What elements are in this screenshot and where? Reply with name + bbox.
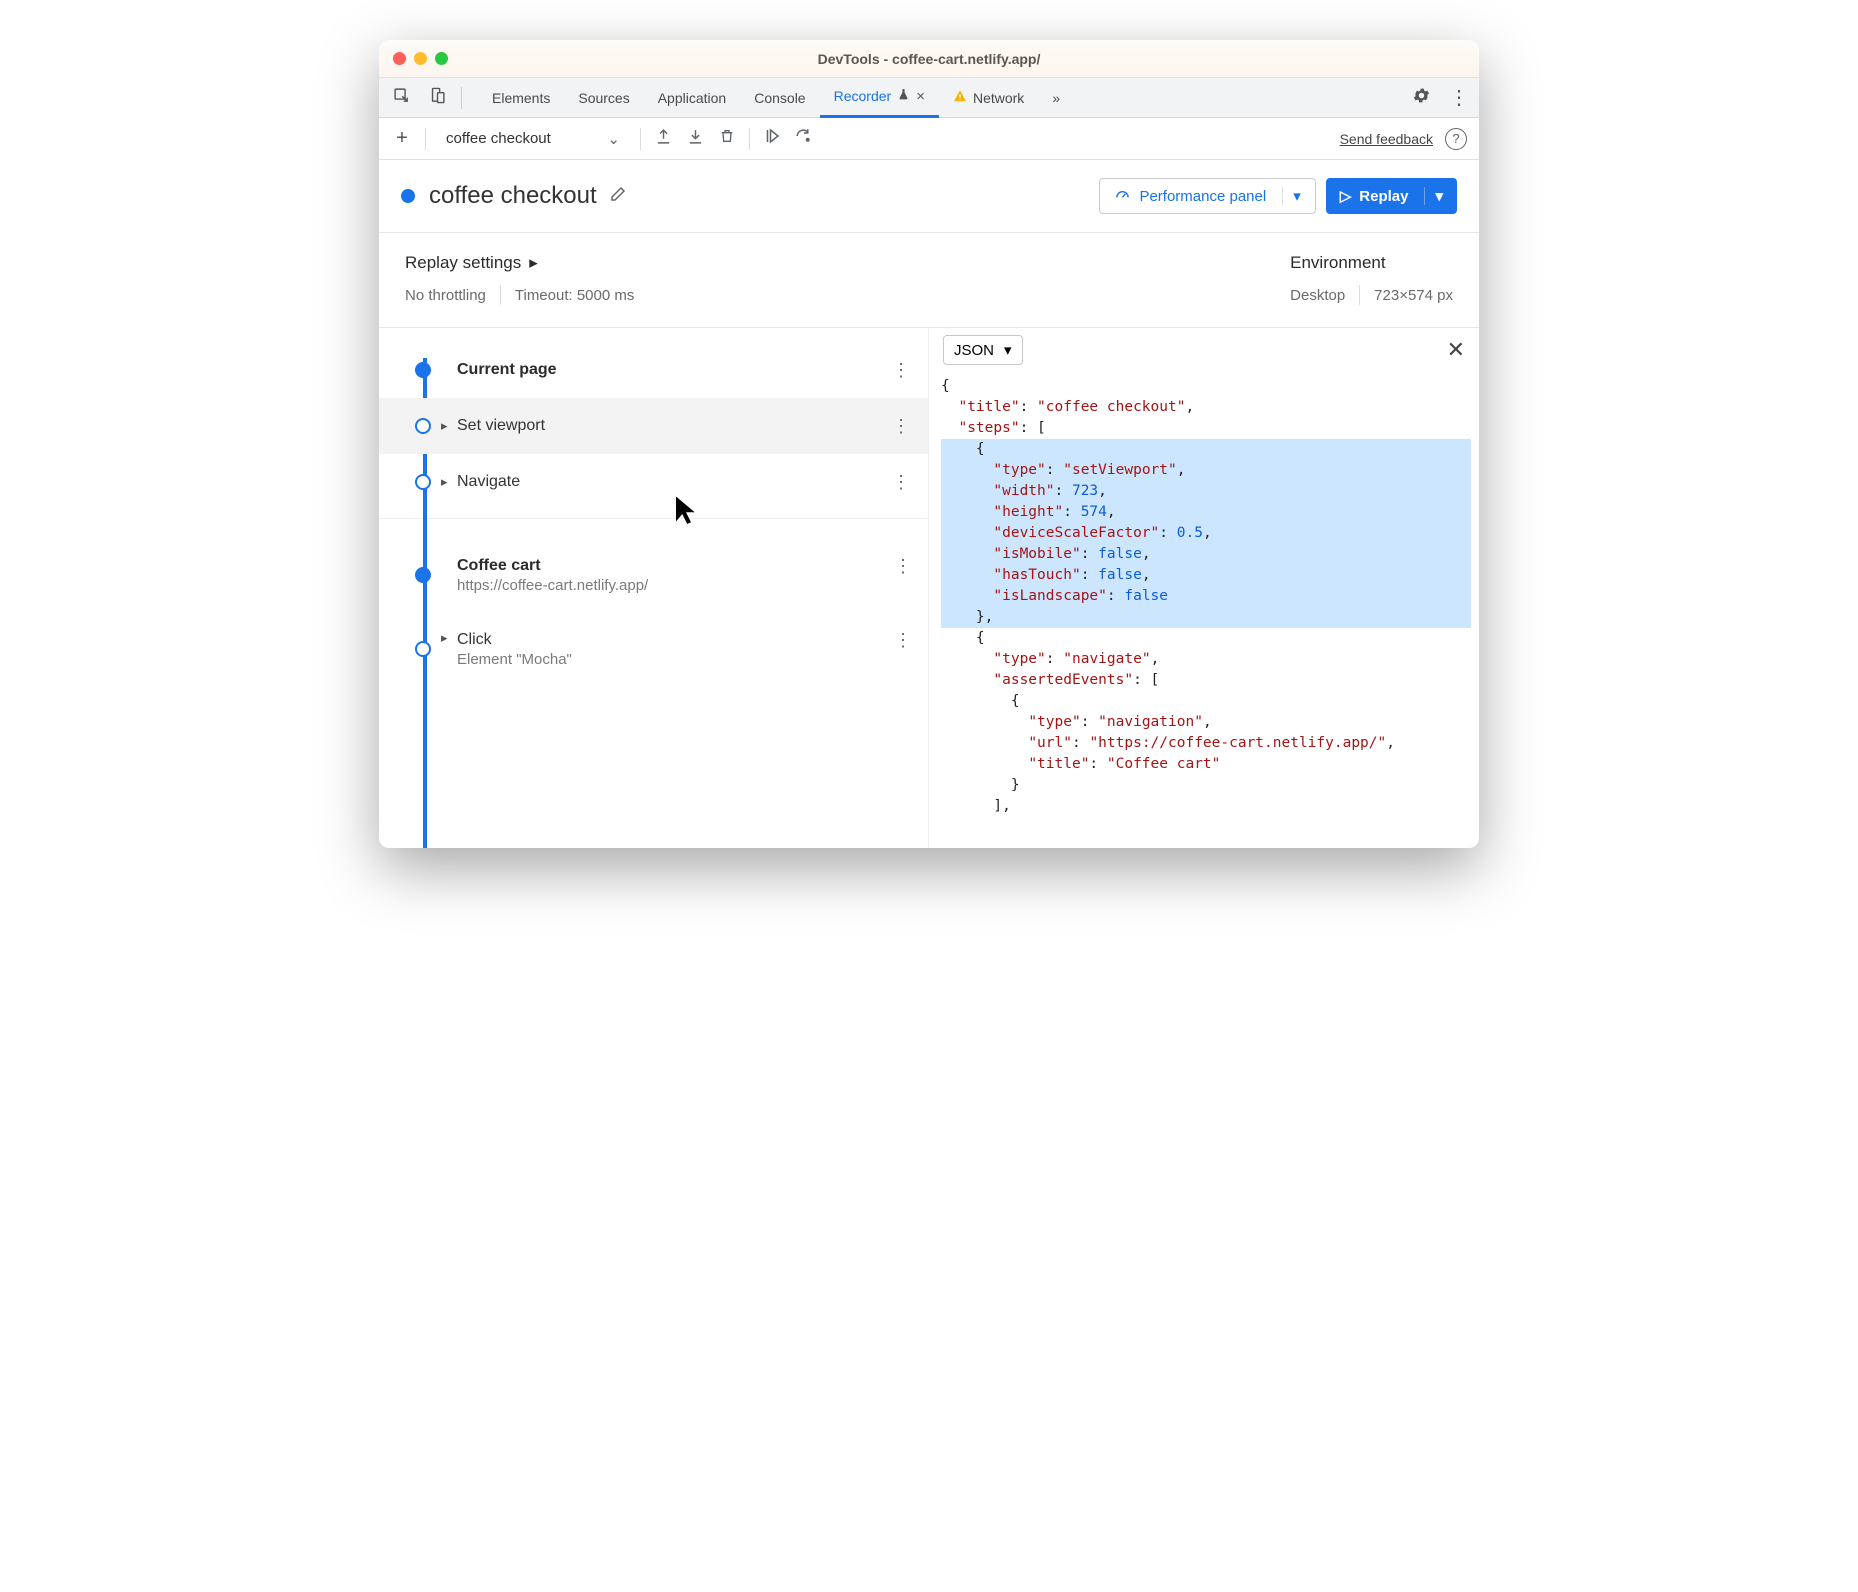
tab-sources[interactable]: Sources [564, 78, 643, 118]
send-feedback-link[interactable]: Send feedback [1340, 131, 1433, 147]
chevron-down-icon[interactable]: ▾ [1282, 187, 1301, 205]
step-title: Click [457, 631, 492, 649]
code-pane: JSON ▾ ✕ { "title": "coffee checkout", "… [929, 328, 1479, 848]
timeout-value: Timeout: 5000 ms [515, 287, 635, 304]
step-label: Navigate [457, 473, 520, 491]
warning-icon [953, 89, 967, 106]
flask-icon [897, 88, 910, 104]
tab-console[interactable]: Console [740, 78, 819, 118]
settings-gear-icon[interactable] [1412, 86, 1431, 110]
perf-label: Performance panel [1139, 188, 1266, 205]
step-menu-icon[interactable]: ⋮ [894, 556, 912, 577]
new-recording-button[interactable]: + [391, 127, 413, 150]
edit-name-icon[interactable] [609, 185, 627, 208]
window-title: DevTools - coffee-cart.netlify.app/ [379, 51, 1479, 67]
step-label: Set viewport [457, 417, 545, 435]
tab-recorder[interactable]: Recorder × [820, 78, 939, 118]
chevron-right-icon: ▸ [441, 474, 448, 490]
step-play-icon[interactable] [762, 127, 782, 150]
tab-network[interactable]: Network [939, 78, 1038, 118]
settings-row: Replay settings ▸ No throttling Timeout:… [379, 233, 1479, 328]
close-code-pane-icon[interactable]: ✕ [1447, 337, 1465, 363]
replay-button[interactable]: ▷ Replay ▾ [1326, 178, 1457, 214]
step-coffee-cart[interactable]: Coffee cart https://coffee-cart.netlify.… [379, 538, 928, 612]
help-icon[interactable]: ? [1445, 128, 1467, 150]
chevron-down-icon: ⌄ [607, 130, 620, 148]
tab-network-label: Network [973, 90, 1024, 106]
steps-timeline: Current page ⋮ ▸ Set viewport ⋮ ▸ Naviga… [379, 328, 929, 848]
recorder-toolbar: + coffee checkout ⌄ Send feedback ? [379, 118, 1479, 160]
tab-application[interactable]: Application [644, 78, 741, 118]
recording-header: coffee checkout Performance panel ▾ ▷ Re… [379, 160, 1479, 233]
close-tab-icon[interactable]: × [916, 88, 925, 105]
kebab-menu-icon[interactable]: ⋮ [1449, 85, 1469, 110]
dimensions-value: 723×574 px [1374, 287, 1453, 304]
environment-header: Environment [1290, 253, 1453, 273]
step-current-page[interactable]: Current page ⋮ [379, 342, 928, 398]
recorder-body: Current page ⋮ ▸ Set viewport ⋮ ▸ Naviga… [379, 328, 1479, 848]
step-menu-icon[interactable]: ⋮ [892, 472, 910, 493]
performance-panel-button[interactable]: Performance panel ▾ [1099, 178, 1315, 214]
recording-selector[interactable]: coffee checkout ⌄ [438, 126, 628, 152]
device-value: Desktop [1290, 287, 1345, 304]
step-click[interactable]: ▸ Click Element "Mocha" ⋮ [379, 612, 928, 686]
chevron-down-icon[interactable]: ▾ [1424, 187, 1443, 205]
devtools-window: DevTools - coffee-cart.netlify.app/ Elem… [379, 40, 1479, 848]
chevron-down-icon: ▾ [1004, 341, 1012, 359]
play-icon: ▷ [1340, 187, 1352, 205]
recording-selector-label: coffee checkout [446, 130, 551, 147]
delete-icon[interactable] [717, 128, 737, 149]
status-dot [401, 189, 415, 203]
recording-name: coffee checkout [429, 182, 597, 210]
step-over-icon[interactable] [794, 127, 814, 150]
gauge-icon [1114, 186, 1131, 207]
device-toggle-icon[interactable] [425, 87, 449, 109]
replay-settings-header[interactable]: Replay settings ▸ [405, 253, 1250, 273]
code-format-selector[interactable]: JSON ▾ [943, 335, 1023, 365]
titlebar: DevTools - coffee-cart.netlify.app/ [379, 40, 1479, 78]
chevron-right-icon: ▸ [441, 630, 448, 646]
tab-recorder-label: Recorder [834, 88, 892, 104]
tab-overflow[interactable]: » [1038, 78, 1074, 118]
step-set-viewport[interactable]: ▸ Set viewport ⋮ [379, 398, 928, 454]
code-content[interactable]: { "title": "coffee checkout", "steps": [… [929, 372, 1479, 848]
chevron-right-icon: ▸ [529, 253, 538, 273]
throttling-value: No throttling [405, 287, 486, 304]
step-subtitle: Element "Mocha" [457, 651, 572, 668]
chevron-right-icon: ▸ [441, 418, 448, 434]
step-title: Coffee cart [457, 557, 541, 575]
devtools-tabbar: Elements Sources Application Console Rec… [379, 78, 1479, 118]
code-format-label: JSON [954, 342, 994, 359]
tab-elements[interactable]: Elements [478, 78, 564, 118]
import-icon[interactable] [685, 128, 705, 150]
step-navigate[interactable]: ▸ Navigate ⋮ [379, 454, 928, 510]
export-icon[interactable] [653, 128, 673, 150]
step-menu-icon[interactable]: ⋮ [894, 630, 912, 651]
step-menu-icon[interactable]: ⋮ [892, 416, 910, 437]
step-label: Current page [457, 361, 557, 379]
replay-label: Replay [1359, 188, 1408, 205]
step-subtitle: https://coffee-cart.netlify.app/ [457, 577, 648, 594]
inspect-icon[interactable] [389, 87, 413, 109]
step-menu-icon[interactable]: ⋮ [892, 360, 910, 381]
